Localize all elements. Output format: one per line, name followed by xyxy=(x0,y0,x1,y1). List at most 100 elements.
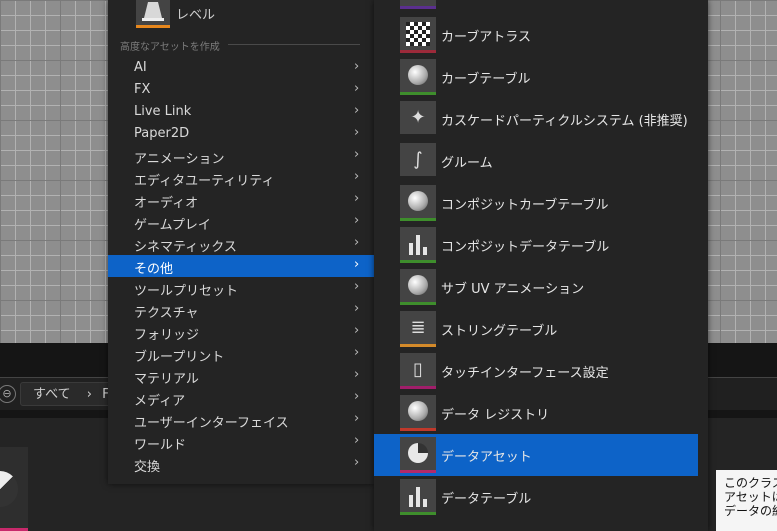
category-label: エディタユーティリティ xyxy=(134,174,275,189)
category-item[interactable]: 交換 › xyxy=(108,453,374,475)
submenu-item-label: ストリングテーブル xyxy=(441,324,558,339)
submenu-item-label: コンポジットデータテーブル xyxy=(441,240,610,255)
bar-chart-icon xyxy=(400,227,436,263)
chevron-right-icon: › xyxy=(354,367,360,382)
submenu-item-label: グルーム xyxy=(441,156,493,171)
submenu-item-label: カーブアトラス xyxy=(441,30,531,45)
hair-icon: ∫ xyxy=(400,143,436,179)
category-item[interactable]: メディア › xyxy=(108,387,374,409)
breadcrumb[interactable]: すべて › F xyxy=(20,382,120,406)
submenu-item-label: カスケードパーティクルシステム (非推奨) xyxy=(441,114,688,129)
create-asset-menu: レベル 高度なアセットを作成 AI › FX › Live Link › Paper2D › ア… xyxy=(108,0,374,484)
category-item[interactable]: シネマティックス › xyxy=(108,233,374,255)
chevron-right-icon: › xyxy=(354,301,360,316)
tooltip-line-1: このクラス xyxy=(724,476,777,490)
category-label: オーディオ xyxy=(134,196,199,211)
category-label: アニメーション xyxy=(134,152,225,167)
submenu-item[interactable]: データテーブル xyxy=(374,476,698,518)
category-item[interactable]: Paper2D › xyxy=(108,123,374,145)
section-header: 高度なアセットを作成 xyxy=(120,42,220,53)
submenu-item[interactable]: カーブアトラス xyxy=(374,14,698,56)
breadcrumb-all[interactable]: すべて xyxy=(33,387,71,402)
sphere-icon xyxy=(400,395,436,431)
chevron-right-icon: › xyxy=(354,213,360,228)
sphere-icon xyxy=(400,185,436,221)
level-type-bar xyxy=(136,25,170,28)
level-cone-icon xyxy=(142,2,164,21)
category-item[interactable]: FX › xyxy=(108,79,374,101)
bar-chart-icon xyxy=(400,479,436,515)
chevron-right-icon: › xyxy=(354,257,360,272)
chevron-right-icon: › xyxy=(354,323,360,338)
category-label: テクスチャ xyxy=(134,306,199,321)
submenu-item[interactable]: データアセット xyxy=(374,434,698,476)
category-label: ユーザーインターフェイス xyxy=(134,416,289,431)
category-item[interactable]: ユーザーインターフェイス › xyxy=(108,409,374,431)
list-doc-icon: ≣ xyxy=(400,311,436,347)
submenu-item-label: サブ UV アニメーション xyxy=(441,282,585,297)
category-label: AI xyxy=(134,60,147,75)
other-submenu: カーブアトラス カーブテーブル ✦ カスケードパーティクルシステム (非推奨) ∫ グルー… xyxy=(374,0,708,531)
submenu-item[interactable]: コンポジットカーブテーブル xyxy=(374,182,698,224)
category-item[interactable]: Live Link › xyxy=(108,101,374,123)
phone-icon: ▯ xyxy=(400,353,436,389)
category-item[interactable]: その他 › xyxy=(108,255,374,277)
category-label: その他 xyxy=(134,262,174,277)
category-item[interactable]: アニメーション › xyxy=(108,145,374,167)
checker-icon xyxy=(400,17,436,53)
chevron-right-icon: › xyxy=(354,103,360,118)
type-bar xyxy=(400,6,436,9)
category-item[interactable]: マテリアル › xyxy=(108,365,374,387)
submenu-item[interactable]: ▯ タッチインターフェース設定 xyxy=(374,350,698,392)
submenu-item[interactable]: サブ UV アニメーション xyxy=(374,266,698,308)
category-item[interactable]: AI › xyxy=(108,57,374,79)
sparkle-icon: ✦ xyxy=(400,101,436,137)
category-item[interactable]: オーディオ › xyxy=(108,189,374,211)
category-label: 交換 xyxy=(134,460,161,475)
category-item[interactable]: ブループリント › xyxy=(108,343,374,365)
submenu-item-label: タッチインターフェース設定 xyxy=(441,366,609,381)
history-nav-icon[interactable]: ⊖ xyxy=(0,385,16,403)
submenu-item-partial[interactable] xyxy=(374,0,698,12)
category-item[interactable]: ツールプリセット › xyxy=(108,277,374,299)
sphere-icon xyxy=(400,59,436,95)
level-icon xyxy=(136,0,170,28)
submenu-item-label: データアセット xyxy=(441,450,532,465)
chevron-right-icon: › xyxy=(354,455,360,470)
category-label: Live Link xyxy=(134,104,192,119)
submenu-item[interactable]: コンポジットデータテーブル xyxy=(374,224,698,266)
category-item[interactable]: ワールド › xyxy=(108,431,374,453)
category-label: FX xyxy=(134,82,151,97)
category-label: ブループリント xyxy=(134,350,225,365)
category-item[interactable]: テクスチャ › xyxy=(108,299,374,321)
submenu-item[interactable]: ∫ グルーム xyxy=(374,140,698,182)
menu-item-level[interactable]: レベル xyxy=(108,0,374,32)
tooltip-line-2: アセットは xyxy=(724,490,777,504)
category-item[interactable]: ゲームプレイ › xyxy=(108,211,374,233)
chevron-right-icon: › xyxy=(354,411,360,426)
category-label: フォリッジ xyxy=(134,328,200,343)
chevron-right-icon: › xyxy=(354,279,360,294)
asset-tile[interactable] xyxy=(0,447,28,531)
chevron-right-icon: › xyxy=(354,169,360,184)
category-label: メディア xyxy=(134,394,186,409)
tooltip: このクラス アセットは データの組 xyxy=(716,470,777,531)
asset-thumbnail xyxy=(0,471,18,507)
chevron-right-icon: › xyxy=(354,433,360,448)
category-label: ツールプリセット xyxy=(134,284,239,299)
submenu-item[interactable]: データ レジストリ xyxy=(374,392,698,434)
chevron-right-icon: › xyxy=(354,235,360,250)
submenu-item[interactable]: カーブテーブル xyxy=(374,56,698,98)
category-label: ワールド xyxy=(134,438,187,453)
submenu-item[interactable]: ✦ カスケードパーティクルシステム (非推奨) xyxy=(374,98,698,140)
category-label: シネマティックス xyxy=(134,240,237,255)
breadcrumb-separator: › xyxy=(86,387,92,402)
category-item[interactable]: フォリッジ › xyxy=(108,321,374,343)
submenu-item[interactable]: ≣ ストリングテーブル xyxy=(374,308,698,350)
pie-icon xyxy=(400,437,436,473)
category-item[interactable]: エディタユーティリティ › xyxy=(108,167,374,189)
category-label: マテリアル xyxy=(134,372,199,387)
chevron-right-icon: › xyxy=(354,345,360,360)
chevron-right-icon: › xyxy=(354,191,360,206)
submenu-item-label: カーブテーブル xyxy=(441,72,531,87)
